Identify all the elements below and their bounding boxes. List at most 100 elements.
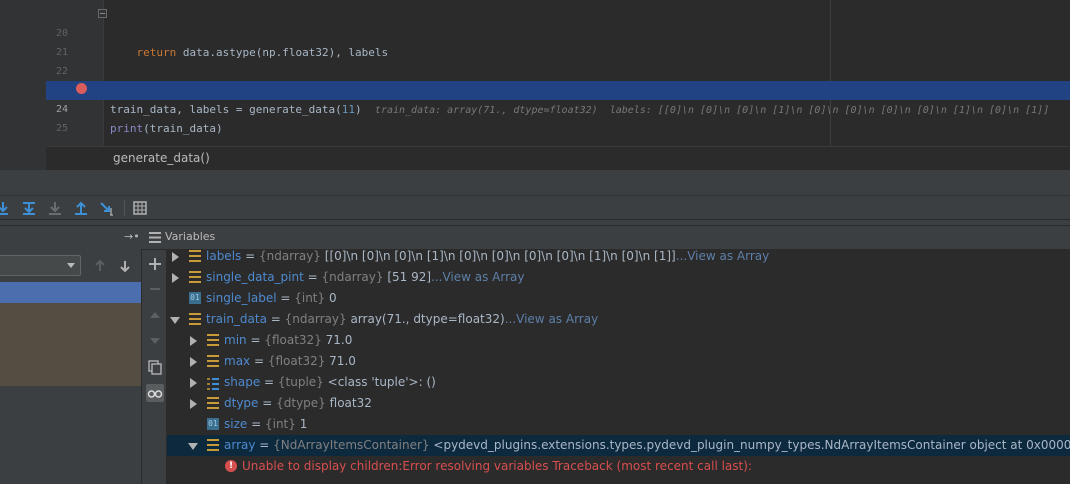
variable-name: max — [224, 354, 251, 368]
tuple-icon — [207, 376, 219, 390]
fold-icon[interactable] — [98, 9, 107, 18]
variable-type: {ndarray} — [321, 270, 384, 284]
toolwindow-header — [0, 170, 1070, 196]
code-line[interactable]: 20 return data.astype(np.float32), label… — [46, 5, 1070, 59]
toolbar-separator — [124, 200, 125, 216]
collapse-icon[interactable] — [188, 443, 198, 450]
variable-type: {dtype} — [276, 396, 326, 410]
expand-icon[interactable] — [190, 357, 197, 367]
move-up-icon[interactable] — [146, 306, 164, 324]
thread-select[interactable] — [0, 255, 81, 276]
expand-icon[interactable] — [190, 378, 197, 388]
code-line[interactable]: 22 — [46, 43, 1070, 77]
variables-header: Variables — [141, 226, 1070, 250]
variable-name: single_label — [206, 291, 277, 305]
breakpoint-icon[interactable] — [76, 83, 87, 94]
variable-row[interactable]: 01 single_label = {int} 0 — [167, 288, 1070, 309]
variable-type: {int} — [294, 291, 326, 305]
variable-row[interactable]: 01 size = {int} 1 — [167, 414, 1070, 435]
variable-value: 1 — [299, 417, 308, 431]
remove-watch-icon[interactable] — [146, 280, 164, 298]
step-out-icon[interactable] — [72, 199, 90, 217]
variable-value: [51 92] — [387, 270, 432, 284]
variable-value: array(71., dtype=float32) — [350, 312, 505, 326]
int-icon: 01 — [189, 292, 201, 304]
variable-row[interactable]: dtype = {dtype} float32 — [167, 393, 1070, 414]
code-line[interactable]: 25 — [46, 100, 1070, 134]
field-icon — [189, 313, 201, 325]
field-icon — [207, 397, 219, 409]
code-line[interactable]: 23 train_data, labels = generate_data(11… — [46, 62, 1070, 116]
variable-name: shape — [224, 375, 261, 389]
field-icon — [207, 334, 219, 346]
field-icon — [207, 439, 219, 451]
variable-row-selected[interactable]: array = {NdArrayItemsContainer} <pydevd_… — [167, 435, 1070, 456]
view-as-array-link[interactable]: ...View as Array — [676, 250, 769, 263]
show-watches-icon[interactable] — [146, 384, 164, 402]
pin-icon[interactable]: →• — [124, 230, 140, 243]
variable-row[interactable]: train_data = {ndarray} array(71., dtype=… — [167, 309, 1070, 330]
variable-value: [[0]\n [0]\n [0]\n [1]\n [0]\n [0]\n [0]… — [324, 250, 676, 263]
variable-row[interactable]: shape = {tuple} <class 'tuple'>: () — [167, 372, 1070, 393]
expand-icon[interactable] — [190, 336, 197, 346]
variable-name: array — [224, 438, 256, 452]
run-to-cursor-icon[interactable] — [98, 199, 116, 217]
frame-item[interactable] — [0, 303, 141, 386]
editor-left-strip — [0, 0, 46, 146]
move-down-icon[interactable] — [146, 332, 164, 350]
variable-type: {float32} — [264, 333, 322, 347]
collapse-icon[interactable] — [170, 317, 180, 324]
view-as-array-link[interactable]: ...View as Array — [431, 270, 524, 284]
step-over-icon[interactable] — [0, 199, 12, 217]
step-into-my-code-icon[interactable] — [46, 199, 64, 217]
variable-name: dtype — [224, 396, 259, 410]
field-icon — [207, 355, 219, 367]
view-as-array-link[interactable]: ...View as Array — [505, 312, 598, 326]
int-icon: 01 — [207, 418, 219, 430]
variable-name: labels — [206, 250, 242, 263]
variable-row[interactable]: min = {float32} 71.0 — [167, 330, 1070, 351]
variable-name: train_data — [206, 312, 267, 326]
variable-type: {float32} — [267, 354, 326, 368]
breadcrumb-item[interactable]: generate_data() — [113, 151, 210, 165]
variable-type: {tuple} — [277, 375, 324, 389]
code-editor[interactable]: 20 return data.astype(np.float32), label… — [0, 0, 1070, 146]
variable-row[interactable]: labels = {ndarray} [[0]\n [0]\n [0]\n [1… — [167, 250, 1070, 267]
frame-item-selected[interactable] — [0, 282, 141, 303]
code-text: print(train_data) — [110, 122, 223, 135]
variable-row[interactable]: single_data_pint = {ndarray} [51 92]...V… — [167, 267, 1070, 288]
add-watch-icon[interactable] — [146, 255, 164, 273]
variable-value: 0 — [328, 291, 337, 305]
field-icon — [189, 271, 201, 283]
code-line[interactable]: 21 — [46, 24, 1070, 58]
variable-name: single_data_pint — [206, 270, 304, 284]
frames-header: →• — [0, 226, 141, 250]
chevron-down-icon — [67, 263, 75, 268]
step-into-icon[interactable] — [20, 199, 38, 217]
variable-name: min — [224, 333, 247, 347]
line-number: 25 — [55, 123, 68, 134]
expand-icon[interactable] — [190, 399, 197, 409]
error-icon: ! — [225, 460, 237, 472]
variable-value: 71.0 — [325, 333, 353, 347]
variable-value: <pydevd_plugins.extensions.types.pydevd_… — [433, 438, 1070, 452]
copy-icon[interactable] — [146, 358, 164, 376]
field-icon — [189, 250, 201, 262]
variable-row[interactable]: max = {float32} 71.0 — [167, 351, 1070, 372]
expand-icon[interactable] — [172, 273, 179, 283]
next-frame-icon[interactable] — [117, 258, 133, 274]
breadcrumb: generate_data() — [46, 146, 1070, 170]
current-execution-line[interactable]: 24 print(train_data) — [46, 81, 1070, 135]
variable-type: {ndarray} — [284, 312, 347, 326]
variable-type: {ndarray} — [258, 250, 321, 263]
variable-type: {NdArrayItemsContainer} — [273, 438, 430, 452]
evaluate-expression-icon[interactable] — [131, 199, 149, 217]
previous-frame-icon[interactable] — [92, 258, 108, 274]
variables-title: Variables — [165, 230, 216, 243]
frames-panel: →• — [0, 226, 141, 484]
error-text: Unable to display children:Error resolvi… — [242, 459, 752, 473]
variable-name: size — [224, 417, 248, 431]
expand-icon[interactable] — [172, 252, 179, 262]
variable-value: <class 'tuple'>: () — [327, 375, 436, 389]
variable-value: float32 — [329, 396, 372, 410]
